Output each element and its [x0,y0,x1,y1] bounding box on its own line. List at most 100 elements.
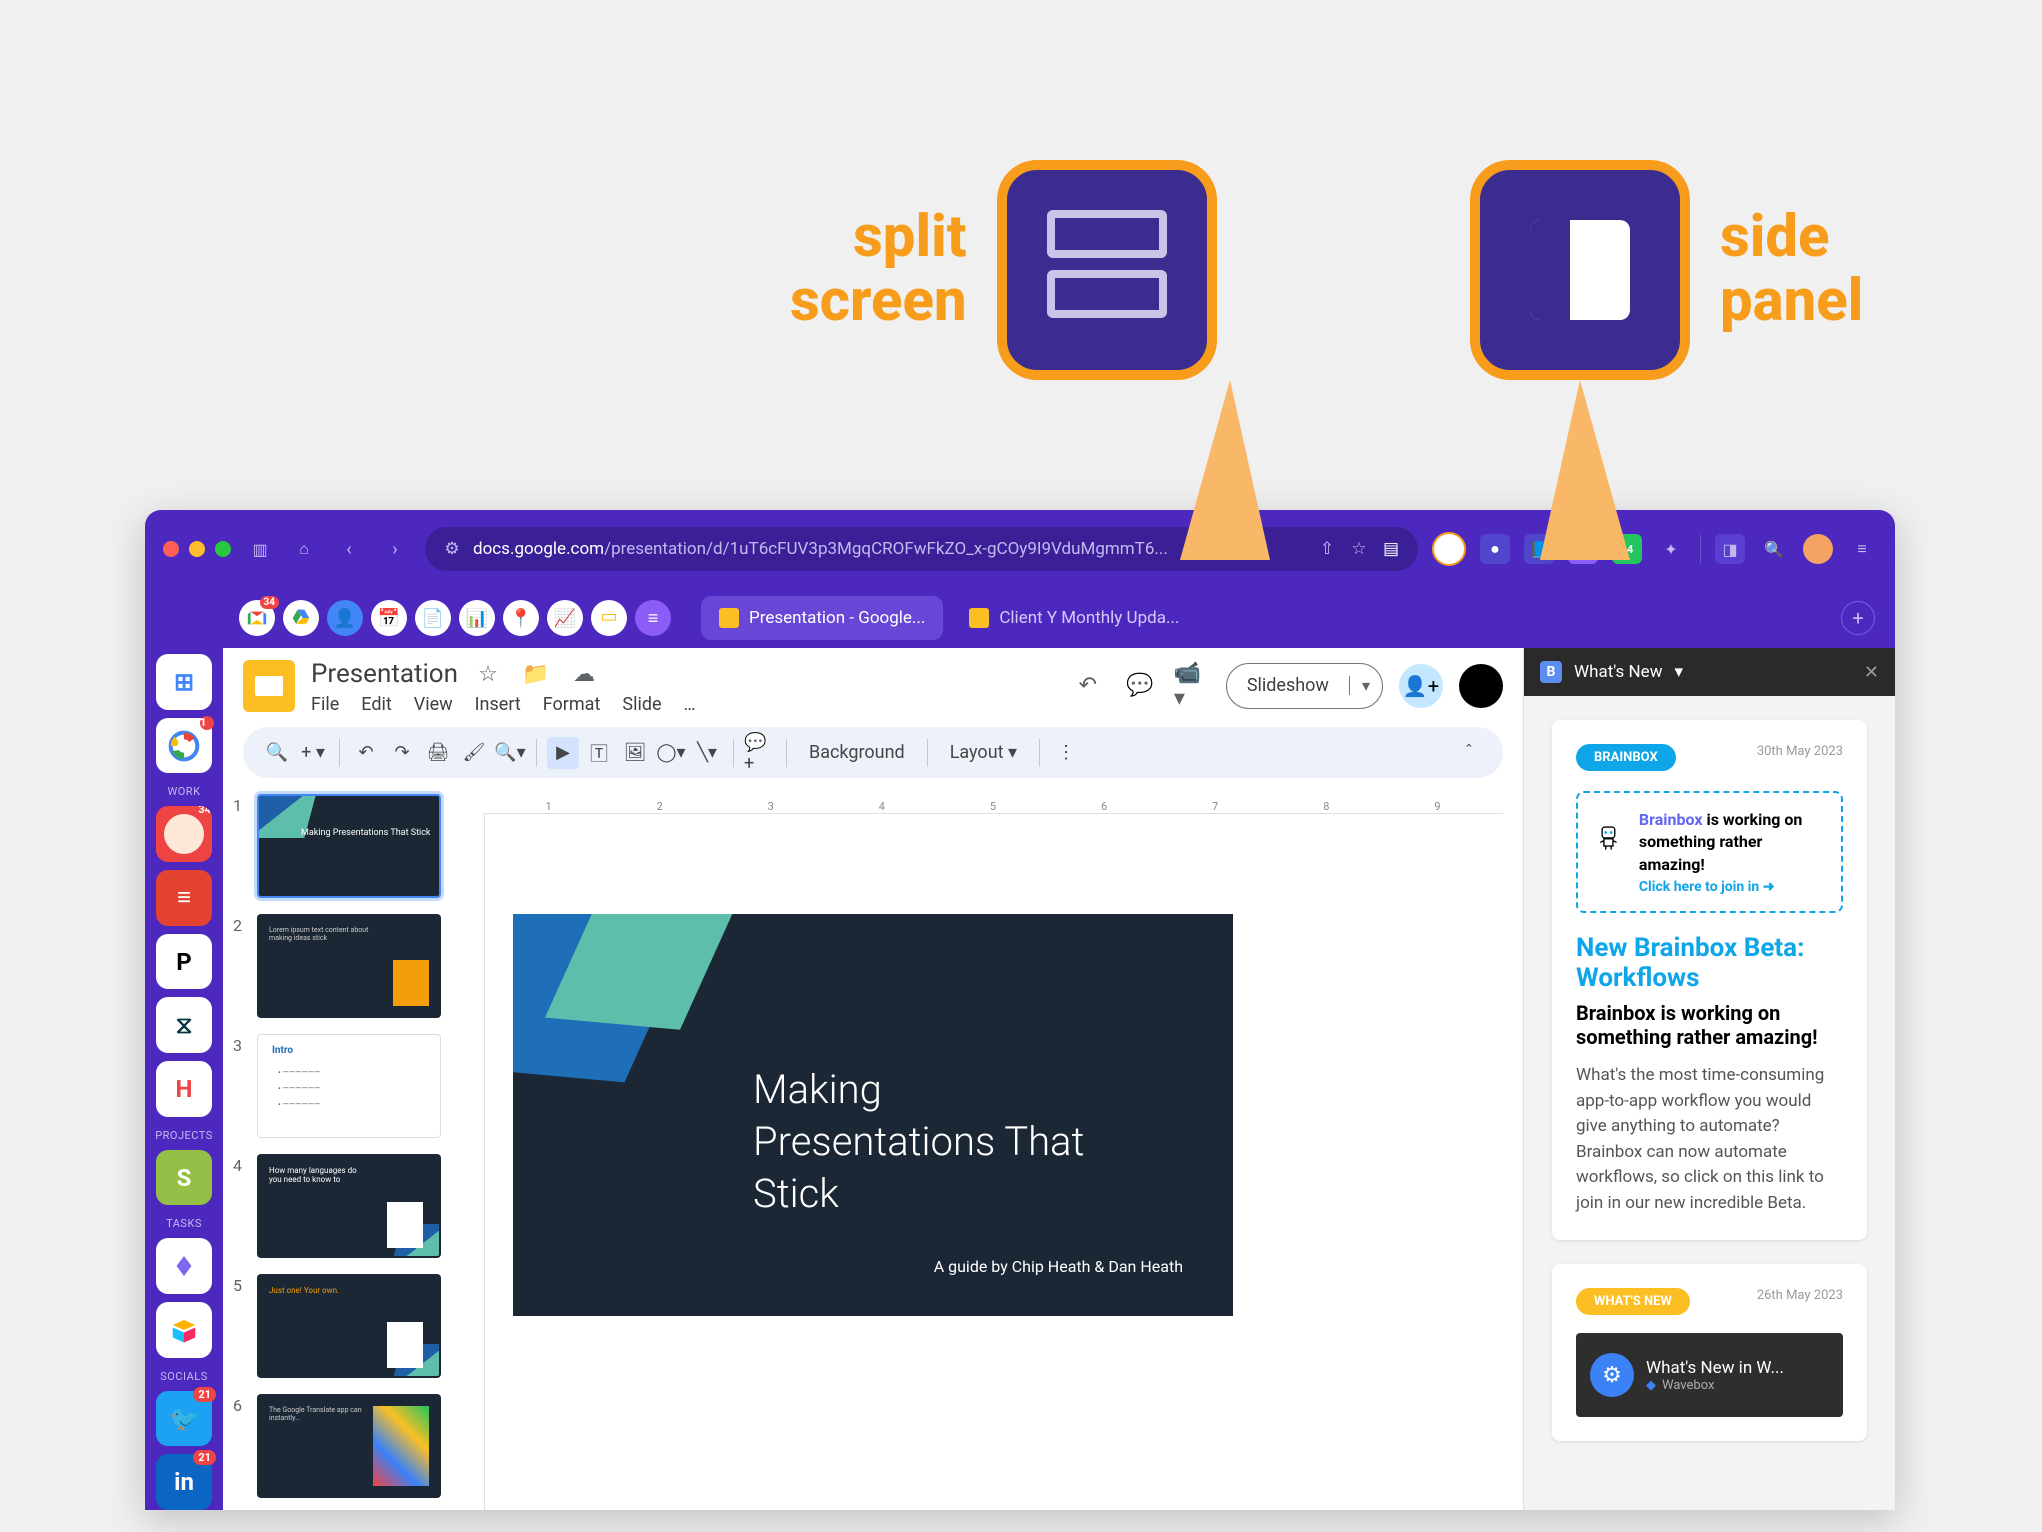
comment-icon[interactable]: 💬 [1122,668,1158,704]
search-tool-icon[interactable]: 🔍 [261,737,293,769]
cursor-icon[interactable]: ▶ [547,737,579,769]
promo-link[interactable]: Click here to join in ➜ [1639,879,1775,895]
sidebar-item-app-p[interactable]: P [156,934,212,990]
menu-bar: File Edit View Insert Format Slide … [311,694,1054,715]
line-icon[interactable]: ╲▾ [691,737,723,769]
document-title[interactable]: Presentation [311,659,458,689]
meet-icon[interactable]: 📹▾ [1174,668,1210,704]
gmail-icon[interactable]: 34 [239,600,275,636]
close-icon[interactable]: ✕ [1864,662,1879,683]
slides-header: Presentation ☆ 📁 ☁ File Edit View Insert… [223,648,1523,723]
sidebar-item-linkedin[interactable]: in 21 [156,1454,212,1510]
news-subheading: Brainbox is working on something rather … [1576,1001,1843,1049]
menu-slide[interactable]: Slide [622,694,661,715]
news-date: 26th May 2023 [1757,1288,1843,1303]
slideshow-button[interactable]: Slideshow ▾ [1226,663,1383,709]
sidebar-section-projects: PROJECTS [155,1129,213,1142]
calendar-icon[interactable]: 📅 [371,600,407,636]
history-icon[interactable]: ↶ [1070,668,1106,704]
slide-canvas[interactable]: Making Presentations That Stick A guide … [513,914,1233,1316]
callout-split-box [997,160,1217,380]
slide-number: 2 [233,914,249,1018]
shape-icon[interactable]: ◯▾ [655,737,687,769]
menu-edit[interactable]: Edit [361,694,391,715]
undo-icon[interactable]: ↶ [350,737,382,769]
layout-button[interactable]: Layout ▾ [938,742,1029,763]
sidebar-item-apps[interactable]: ⊞ [156,654,212,710]
textbox-icon[interactable]: 🅃 [583,737,615,769]
app-icon[interactable]: ≡ [635,600,671,636]
chevron-down-icon[interactable]: ▾ [1349,676,1382,695]
brainbox-logo-icon: B [1540,661,1562,683]
sidebar-item-zendesk[interactable]: ⧖ [156,997,212,1053]
drive-icon[interactable] [283,600,319,636]
share-button[interactable]: 👤+ [1399,664,1443,708]
redo-icon[interactable]: ↷ [386,737,418,769]
docs-icon[interactable]: 📄 [415,600,451,636]
callout-side-label: side panel [1720,206,1863,334]
collapse-toolbar-icon[interactable]: ˆ [1453,737,1485,769]
comment-tool-icon[interactable]: 💬+ [744,737,776,769]
slide-thumbnail[interactable]: How many languages do you need to know t… [257,1154,441,1258]
star-icon[interactable]: ☆ [470,656,506,692]
slides-icon[interactable]: ▭ [591,600,627,636]
slide-thumbnail[interactable]: Lorem ipsum text content about making id… [257,914,441,1018]
sidebar-item-airtable[interactable] [156,1302,212,1358]
sidebar-item-clickup[interactable] [156,1238,212,1294]
chevron-down-icon[interactable]: ▾ [1674,662,1683,682]
sidebar-item-google[interactable]: 1 [156,718,212,774]
image-icon[interactable]: 🖼 [619,737,651,769]
new-slide-icon[interactable]: + ▾ [297,737,329,769]
slides-logo-icon[interactable] [243,660,295,712]
more-tools-icon[interactable]: ⋮ [1050,737,1082,769]
print-icon[interactable]: 🖨 [422,737,454,769]
menu-insert[interactable]: Insert [475,694,521,715]
slide-subtitle[interactable]: A guide by Chip Heath & Dan Heath [934,1257,1183,1276]
cloud-icon[interactable]: ☁ [566,656,602,692]
side-panel-body[interactable]: BRAINBOX 30th May 2023 Brainbox is worki… [1524,696,1895,1510]
sidebar-section-work: WORK [167,785,200,798]
news-card: BRAINBOX 30th May 2023 Brainbox is worki… [1552,720,1867,1240]
callout-split-label: split screen [790,206,967,334]
analytics-icon[interactable]: 📈 [547,600,583,636]
menu-more[interactable]: … [684,694,696,715]
sidebar-item-avatar[interactable]: 34 [156,806,212,862]
side-panel-icon [1530,220,1630,320]
maps-icon[interactable]: 📍 [503,600,539,636]
sidebar-item-shopify[interactable]: S [156,1150,212,1206]
user-avatar[interactable] [1459,664,1503,708]
slide-title[interactable]: Making Presentations That Stick [753,1064,1084,1220]
sidebar-item-app-h[interactable]: H [156,1061,212,1117]
paint-icon[interactable]: 🖌 [458,737,490,769]
news-body: What's the most time-consuming app-to-ap… [1576,1063,1843,1216]
zoom-icon[interactable]: 🔍▾ [494,737,526,769]
badge: 1 [200,716,214,730]
video-preview[interactable]: ⚙ What's New in W... ◆Wavebox [1576,1333,1843,1417]
category-pill: WHAT'S NEW [1576,1288,1690,1315]
slide-thumbnail[interactable]: The Google Translate app can instantly..… [257,1394,441,1498]
slide-thumbnail[interactable]: Just one! Your own. [257,1274,441,1378]
news-heading: New Brainbox Beta: Workflows [1576,933,1843,993]
sidebar-item-todoist[interactable]: ≡ [156,870,212,926]
background-button[interactable]: Background [797,742,917,763]
tab-active[interactable]: Presentation - Google... [701,596,943,640]
slide-number: 1 [233,794,249,898]
slides-tab-icon [969,608,989,628]
new-tab-button[interactable]: + [1841,601,1875,635]
slide-thumbnail[interactable]: Making Presentations That Stick [257,794,441,898]
sheets-icon[interactable]: 📊 [459,600,495,636]
news-date: 30th May 2023 [1757,744,1843,759]
menu-file[interactable]: File [311,694,339,715]
move-icon[interactable]: 📁 [518,656,554,692]
contacts-icon[interactable]: 👤 [327,600,363,636]
browser-window: ▥ ⌂ ‹ › ⚙ docs.google.com/presentation/d… [145,510,1895,1510]
canvas-area[interactable]: 123456789 Making Presentations That Stic… [463,782,1523,1510]
menu-format[interactable]: Format [543,694,601,715]
sidebar-item-twitter[interactable]: 🐦 21 [156,1391,212,1447]
tab[interactable]: Client Y Monthly Upda... [951,596,1197,640]
menu-view[interactable]: View [414,694,453,715]
sidebar-section-socials: SOCIALS [160,1370,207,1383]
slide-thumbnail[interactable]: Intro • ——————• ——————• —————— [257,1034,441,1138]
slide-panel[interactable]: 1 Making Presentations That Stick 2 Lore… [223,782,463,1510]
toolbar: 🔍 + ▾ ↶ ↷ 🖨 🖌 🔍▾ ▶ 🅃 🖼 ◯▾ ╲▾ 💬+ Backgrou… [243,727,1503,778]
